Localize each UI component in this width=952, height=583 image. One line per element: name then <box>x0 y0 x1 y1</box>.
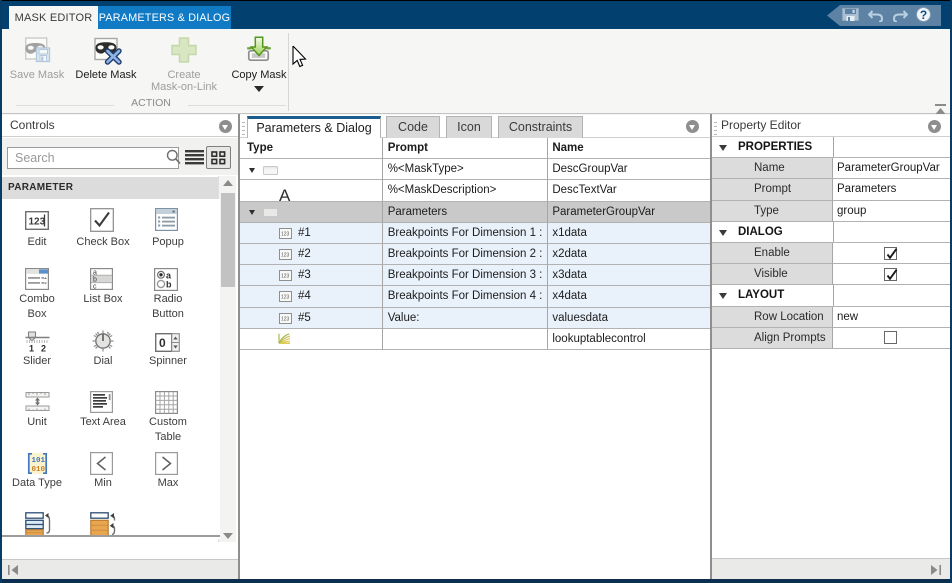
svg-text:c: c <box>93 284 97 291</box>
svg-text:123: 123 <box>281 295 290 301</box>
svg-text:2: 2 <box>41 344 46 353</box>
svg-text:010: 010 <box>32 466 46 474</box>
svg-text:0: 0 <box>159 336 166 350</box>
svg-text:123: 123 <box>281 253 290 259</box>
svg-text:1: 1 <box>29 344 34 353</box>
svg-text:123: 123 <box>281 316 290 322</box>
svg-text:b: b <box>166 280 172 290</box>
svg-text:123: 123 <box>281 274 290 280</box>
svg-text:123: 123 <box>281 231 290 237</box>
svg-text:101: 101 <box>32 457 46 465</box>
svg-text:123: 123 <box>29 217 46 228</box>
